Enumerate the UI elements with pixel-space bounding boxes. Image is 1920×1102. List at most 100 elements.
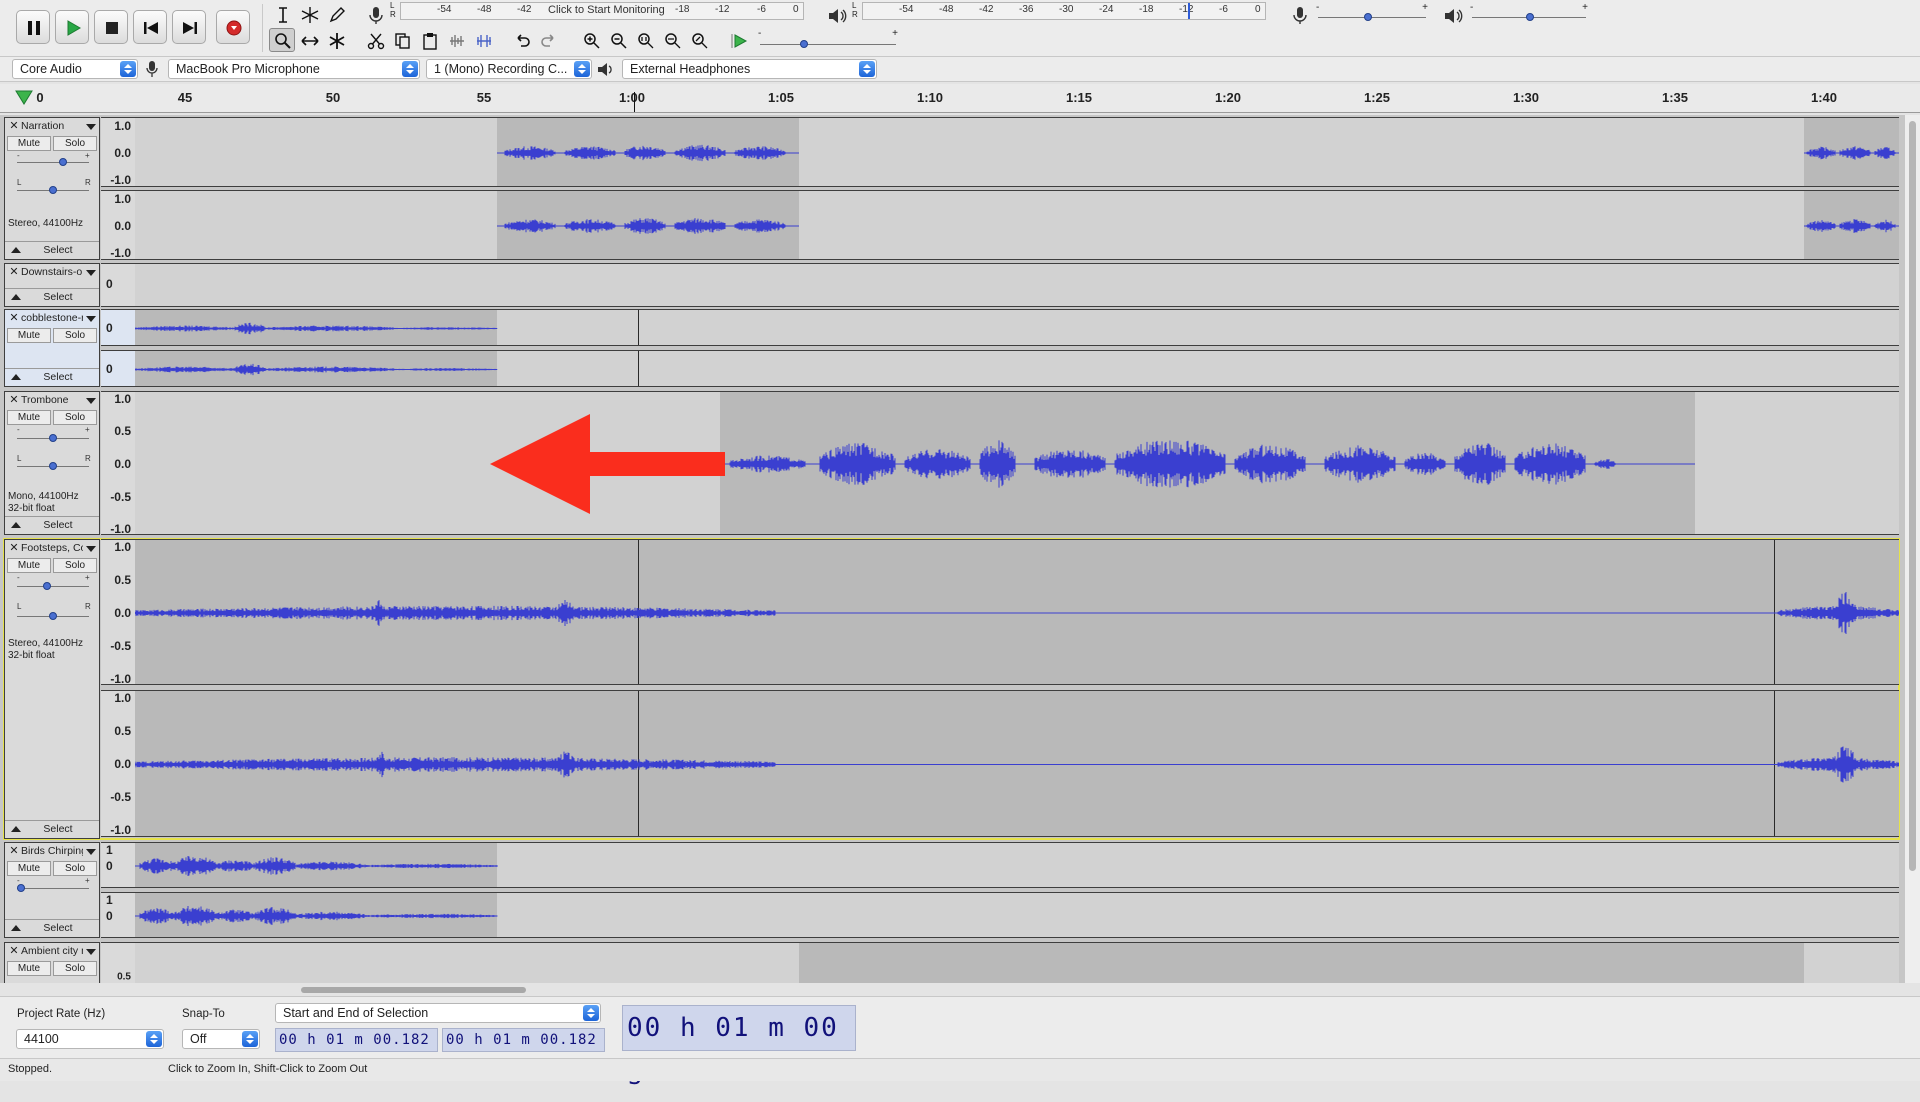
track-control-panel[interactable]: ✕ Narration Mute Solo - + L R Stereo, 44…: [4, 117, 100, 260]
paste-button[interactable]: [416, 28, 442, 52]
slider-knob[interactable]: [49, 462, 57, 470]
gain-slider[interactable]: [17, 434, 89, 442]
redo-button[interactable]: [535, 28, 561, 52]
undo-button[interactable]: [508, 28, 534, 52]
waveform-lane[interactable]: [135, 690, 1899, 837]
waveform-lane[interactable]: [135, 842, 1899, 888]
waveform-lane[interactable]: [135, 892, 1899, 938]
vertical-scale[interactable]: 1.0 0.5 0.0 -0.5 -1.0: [101, 539, 135, 686]
track-name[interactable]: cobblestone-r: [21, 312, 83, 324]
skip-to-start-button[interactable]: [133, 10, 167, 44]
waveform-lane[interactable]: [135, 942, 1899, 983]
mute-button[interactable]: Mute: [7, 861, 51, 876]
solo-button[interactable]: Solo: [53, 136, 97, 151]
track-control-panel[interactable]: ✕ Trombone Mute Solo - + L R Mono, 44100…: [4, 391, 100, 535]
fit-selection-button[interactable]: [632, 28, 658, 52]
track-select-button[interactable]: Select: [5, 516, 99, 534]
track-name[interactable]: Downstairs-o: [21, 266, 83, 278]
snap-to-select[interactable]: Off: [182, 1029, 260, 1049]
copy-button[interactable]: [389, 28, 415, 52]
selection-tool[interactable]: [269, 2, 295, 26]
mute-button[interactable]: Mute: [7, 961, 51, 976]
waveform-lane[interactable]: [135, 391, 1899, 535]
selection-end-time[interactable]: 00 h 01 m 00.182 s: [442, 1028, 605, 1070]
mute-button[interactable]: Mute: [7, 328, 51, 343]
waveform-lane[interactable]: [135, 309, 1899, 346]
track-select-button[interactable]: Select: [5, 288, 99, 306]
slider-knob[interactable]: [1526, 13, 1534, 21]
track-select-button[interactable]: Select: [5, 368, 99, 386]
waveform-lane[interactable]: [135, 539, 1899, 685]
solo-button[interactable]: Solo: [53, 328, 97, 343]
slider-knob[interactable]: [49, 186, 57, 194]
fit-project-button[interactable]: [659, 28, 685, 52]
track-control-panel[interactable]: ✕ Downstairs-o Select: [4, 263, 100, 307]
slider-knob[interactable]: [17, 884, 25, 892]
selection-mode-select[interactable]: Start and End of Selection: [275, 1003, 601, 1023]
record-button[interactable]: [216, 10, 250, 44]
playback-device-select[interactable]: External Headphones: [622, 59, 877, 79]
zoom-out-button[interactable]: [605, 28, 631, 52]
play-meter-button[interactable]: [822, 2, 848, 26]
vertical-scale[interactable]: 1.0 0.0 -1.0: [101, 190, 135, 260]
chevron-down-icon[interactable]: [86, 124, 96, 130]
chevron-down-icon[interactable]: [86, 949, 96, 955]
audio-host-select[interactable]: Core Audio: [12, 59, 138, 79]
slider-knob[interactable]: [49, 434, 57, 442]
slider-knob[interactable]: [49, 612, 57, 620]
chevron-down-icon[interactable]: [86, 316, 96, 322]
recording-device-select[interactable]: MacBook Pro Microphone: [168, 59, 420, 79]
draw-tool[interactable]: [323, 2, 349, 26]
chevron-down-icon[interactable]: [86, 546, 96, 552]
solo-button[interactable]: Solo: [53, 410, 97, 425]
vertical-scale[interactable]: 0.5: [101, 942, 135, 983]
track-select-button[interactable]: Select: [5, 820, 99, 838]
audio-clip[interactable]: [799, 943, 1804, 983]
solo-button[interactable]: Solo: [53, 861, 97, 876]
vertical-scale[interactable]: 1.0 0.5 0.0 -0.5 -1.0: [101, 690, 135, 837]
vertical-scale[interactable]: 1 0: [101, 892, 135, 938]
close-icon[interactable]: ✕: [8, 120, 20, 132]
monitor-hint[interactable]: Click to Start Monitoring: [548, 4, 665, 16]
playback-volume-slider[interactable]: - +: [1470, 2, 1588, 21]
scrollbar-thumb[interactable]: [1909, 121, 1916, 871]
stop-button[interactable]: [94, 10, 128, 44]
vertical-scale[interactable]: 1.0 0.5 0.0 -0.5 -1.0: [101, 391, 135, 536]
chevron-down-icon[interactable]: [86, 398, 96, 404]
vertical-scale[interactable]: 0: [101, 309, 135, 346]
track-name[interactable]: Ambient city n: [21, 945, 83, 957]
track-select-button[interactable]: Select: [5, 919, 99, 937]
selection-start-time[interactable]: 00 h 01 m 00.182 s: [275, 1028, 438, 1070]
track-name[interactable]: Narration: [21, 120, 83, 132]
slider-knob[interactable]: [59, 158, 67, 166]
vertical-scrollbar[interactable]: [1905, 115, 1920, 983]
close-icon[interactable]: ✕: [8, 542, 20, 554]
waveform-lane[interactable]: [135, 190, 1899, 260]
play-meter[interactable]: -54 -48 -42 -36 -30 -24 -18 -12 -6 0: [862, 2, 1266, 20]
vertical-scale[interactable]: 1.0 0.0 -1.0: [101, 117, 135, 187]
vertical-scale[interactable]: 1 0: [101, 842, 135, 888]
horizontal-scrollbar[interactable]: [131, 985, 1891, 995]
zoom-in-button[interactable]: [578, 28, 604, 52]
waveform-lane[interactable]: [135, 350, 1899, 387]
track-name[interactable]: Birds Chirping: [21, 845, 83, 857]
pan-slider[interactable]: [17, 186, 89, 194]
time-shift-tool[interactable]: [296, 28, 322, 52]
gain-slider[interactable]: [17, 582, 89, 590]
slider-knob[interactable]: [1364, 13, 1372, 21]
slider-knob[interactable]: [43, 582, 51, 590]
play-speed-slider[interactable]: - +: [758, 28, 898, 52]
waveform-lane[interactable]: [135, 263, 1899, 307]
record-meter-button[interactable]: [362, 2, 388, 26]
close-icon[interactable]: ✕: [8, 266, 20, 278]
close-icon[interactable]: ✕: [8, 845, 20, 857]
track-control-panel[interactable]: ✕ Footsteps, Co Mute Solo - + L R Stereo…: [4, 539, 100, 839]
silence-button[interactable]: [470, 28, 496, 52]
project-rate-select[interactable]: 44100: [16, 1029, 164, 1049]
trim-button[interactable]: [443, 28, 469, 52]
recording-volume-slider[interactable]: - +: [1316, 2, 1428, 21]
track-select-button[interactable]: Select: [5, 241, 99, 259]
solo-button[interactable]: Solo: [53, 961, 97, 976]
vertical-scale[interactable]: 0: [101, 263, 135, 307]
record-meter[interactable]: -54 -48 -42 Click to Start Monitoring -1…: [400, 2, 804, 20]
